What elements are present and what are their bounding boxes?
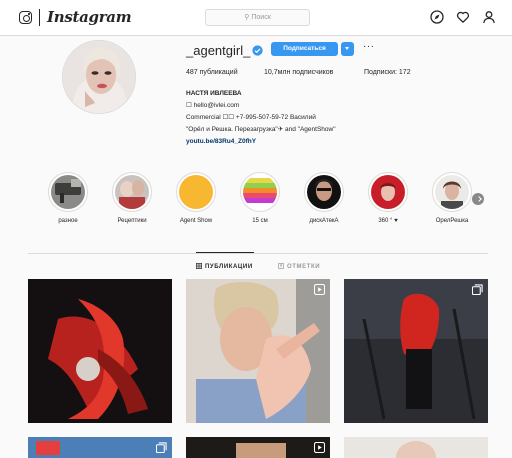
bio-full-name: НАСТЯ ИВЛЕЕВА [186, 90, 242, 97]
post-thumbnail[interactable] [28, 437, 172, 458]
grid-icon [196, 263, 202, 269]
story-label: Рецептики [117, 218, 147, 224]
story-highlight[interactable]: Рецептики [112, 172, 152, 224]
active-tab-indicator [196, 252, 254, 253]
tab-posts[interactable]: ПУБЛИКАЦИИ [196, 263, 253, 270]
suggested-dropdown-button[interactable] [341, 42, 354, 56]
verified-badge-icon [252, 45, 263, 56]
instagram-wordmark[interactable]: Instagram [47, 8, 132, 26]
posts-count: 487 публикаций [186, 69, 238, 76]
search-icon: ⚲ [244, 14, 250, 21]
story-label: 15 см [252, 218, 268, 224]
more-options-button[interactable]: ··· [363, 41, 375, 52]
story-ring [368, 172, 408, 212]
story-label: разное [58, 218, 78, 224]
story-ring [112, 172, 152, 212]
post-thumbnail[interactable] [186, 437, 330, 458]
story-label: ОрелРешка [435, 218, 469, 224]
post-thumbnail[interactable] [344, 279, 488, 423]
top-nav-bar: Instagram ⚲ Поиск [0, 0, 512, 36]
tagged-icon [278, 263, 284, 269]
story-highlight[interactable]: дискAтекА [304, 172, 344, 224]
story-ring [240, 172, 280, 212]
story-ring [176, 172, 216, 212]
profile-username: _agentgirl_ [186, 43, 251, 58]
following-count[interactable]: Подписки: 172 [364, 69, 411, 76]
profile-bio: НАСТЯ ИВЛЕЕВА ☐ hello@ivlei.com Commerci… [186, 88, 446, 148]
video-icon [314, 442, 325, 453]
story-label: дискAтекА [309, 218, 339, 224]
story-highlight[interactable]: 15 см [240, 172, 280, 224]
nav-divider [39, 9, 40, 26]
bio-shows: "Орёл и Решка. Перезагрузка"✈ and "Agent… [186, 126, 336, 133]
story-highlight[interactable]: разное [48, 172, 88, 224]
carousel-icon [156, 442, 167, 453]
story-highlight[interactable]: 360 ° ♥ [368, 172, 408, 224]
story-ring [48, 172, 88, 212]
story-label: Agent Show [179, 218, 213, 224]
profile-avatar[interactable] [62, 40, 136, 114]
story-label: 360 ° ♥ [378, 218, 398, 224]
search-placeholder: Поиск [251, 14, 271, 21]
carousel-icon [472, 284, 483, 295]
post-thumbnail[interactable] [28, 279, 172, 423]
heart-icon[interactable] [456, 10, 470, 24]
search-input[interactable]: ⚲ Поиск [205, 9, 310, 26]
stories-next-button[interactable] [472, 193, 484, 205]
story-highlight[interactable]: ОрелРешка [432, 172, 472, 224]
tab-tagged-label: ОТМЕТКИ [287, 264, 321, 270]
follow-button[interactable]: Подписаться [271, 42, 338, 56]
followers-count[interactable]: 10,7млн подписчиков [264, 69, 333, 76]
story-ring [304, 172, 344, 212]
profile-icon[interactable] [482, 10, 496, 24]
bio-email: ☐ hello@ivlei.com [186, 102, 240, 109]
tab-tagged[interactable]: ОТМЕТКИ [278, 263, 320, 270]
post-thumbnail[interactable] [186, 279, 330, 423]
video-icon [314, 284, 325, 295]
story-highlight[interactable]: Agent Show [176, 172, 216, 224]
bio-commercial: Commercial ☐☐ +7-995-507-59-72 Василий [186, 114, 316, 121]
post-thumbnail[interactable] [344, 437, 488, 458]
instagram-glyph-icon[interactable] [19, 11, 32, 24]
explore-compass-icon[interactable] [430, 10, 444, 24]
tabs-divider [28, 253, 488, 254]
story-ring [432, 172, 472, 212]
bio-link[interactable]: youtu.be/83Ru4_Z0fhY [186, 136, 446, 148]
tab-posts-label: ПУБЛИКАЦИИ [205, 264, 253, 270]
